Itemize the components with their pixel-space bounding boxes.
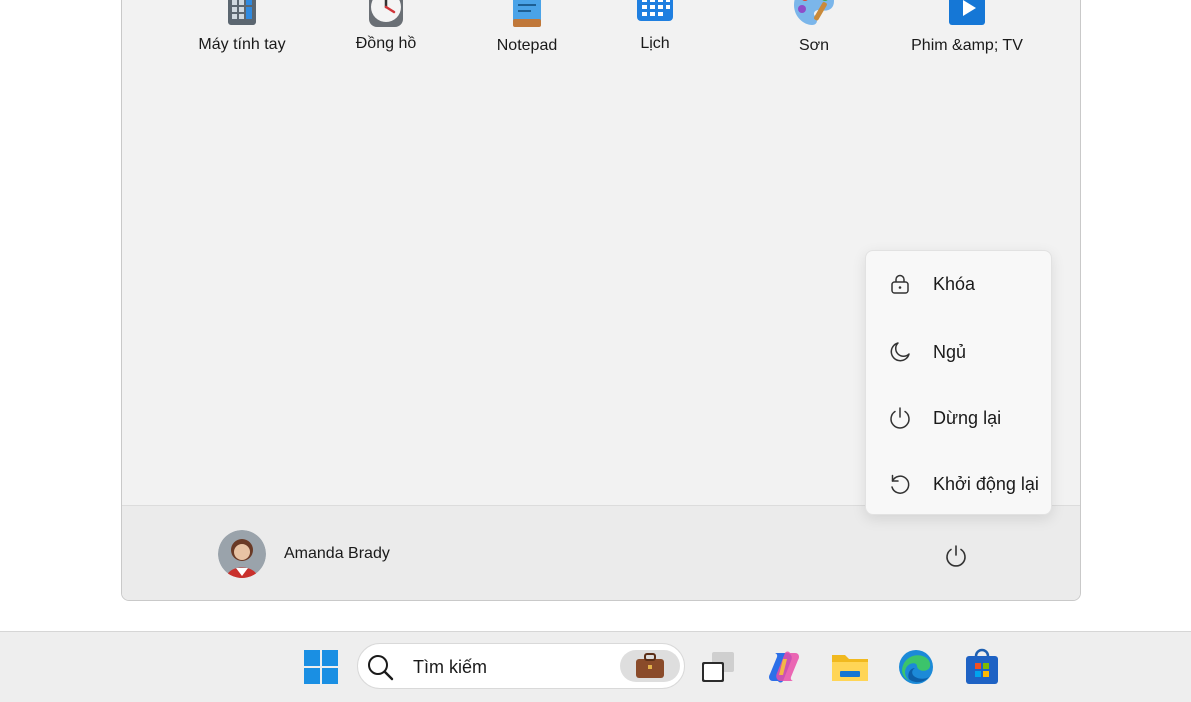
menu-item-label: Dừng lại [933,407,1002,428]
user-name: Amanda Brady [284,545,390,562]
start-menu-footer: Amanda Brady [122,505,1080,600]
movies-tv-icon [949,0,985,25]
restart-icon [888,472,912,496]
app-label: Phim &amp; TV [911,37,1023,54]
lock-icon [888,272,912,296]
calculator-icon [228,0,256,25]
app-paint[interactable]: Sơn [744,0,884,81]
app-clock[interactable]: Đồng hồ [316,0,456,81]
menu-item-restart[interactable]: Khởi động lại [866,459,1051,509]
copilot-button[interactable] [763,646,805,688]
windows-start-icon [304,650,338,684]
edge-browser-icon [899,650,933,684]
app-label: Sơn [798,37,830,54]
power-options-menu: Khóa Ngủ Dừng lại Khởi động lại [865,250,1052,515]
menu-item-lock[interactable]: Khóa [866,259,1051,309]
app-label: Lịch [640,35,670,52]
menu-item-label: Khởi động lại [933,473,1039,494]
file-explorer-button[interactable] [829,646,871,688]
paint-icon [794,0,834,25]
app-label: Đồng hồ [355,35,417,52]
shutdown-icon [888,406,912,430]
app-calculator[interactable]: Máy tính tay [172,0,312,81]
desktop: Máy tính tay Đồng hồ Notepad Lịch Sơn Ph… [0,0,1191,631]
power-button[interactable] [940,540,972,572]
app-label: Notepad [496,37,558,54]
taskbar-search[interactable]: Tìm kiếm [357,643,685,689]
copilot-icon [769,651,799,683]
app-movies-tv[interactable]: Phim &amp; TV [897,0,1037,81]
user-account[interactable]: Amanda Brady [218,530,390,578]
menu-item-label: Khóa [933,273,976,294]
taskbar: Tìm kiếm [0,631,1191,702]
task-view-icon [702,652,734,682]
notepad-icon [513,0,541,27]
sleep-moon-icon [888,340,912,364]
power-icon [946,545,966,567]
menu-item-label: Ngủ [933,341,967,362]
search-highlight-badge[interactable] [620,650,680,682]
task-view-button[interactable] [697,646,739,688]
user-avatar [218,530,266,578]
app-calendar[interactable]: Lịch [585,0,725,81]
calendar-icon [637,0,673,21]
pinned-apps-row: Máy tính tay Đồng hồ Notepad Lịch Sơn Ph… [122,0,1080,91]
app-label: Máy tính tay [198,36,286,53]
briefcase-icon [636,653,664,678]
app-notepad[interactable]: Notepad [457,0,597,81]
microsoft-store-icon [966,648,998,684]
search-placeholder: Tìm kiếm [413,657,487,677]
search-icon [364,651,396,688]
menu-item-shutdown[interactable]: Dừng lại [866,393,1051,443]
start-button[interactable] [300,646,342,688]
microsoft-store-button[interactable] [961,646,1003,688]
menu-item-sleep[interactable]: Ngủ [866,327,1051,377]
file-explorer-icon [832,655,868,681]
clock-icon [369,0,403,27]
edge-browser-button[interactable] [895,646,937,688]
